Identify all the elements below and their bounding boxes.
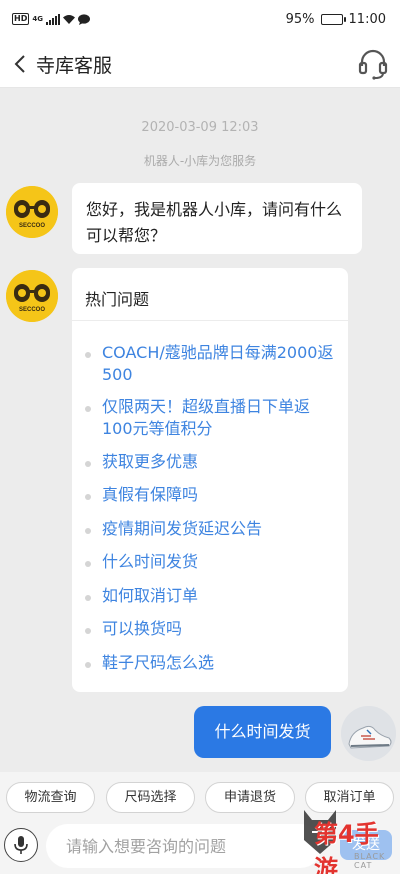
greeting-message: 您好，我是机器人小库，请问有什么可以帮您？ [72, 183, 362, 254]
watermark-subtext: BLACK CAT [354, 852, 386, 870]
bullet-icon [85, 561, 91, 567]
system-note: 机器人-小库为您服务 [143, 154, 257, 168]
battery-icon [320, 14, 346, 25]
secoo-logo-icon: SECCOO [6, 270, 58, 322]
faq-item-text[interactable]: 真假有保障吗 [102, 484, 198, 506]
battery-percent: 95% [285, 12, 315, 27]
faq-item[interactable]: 如何取消订单 [85, 585, 335, 607]
user-message: 什么时间发货 [194, 706, 331, 758]
user-avatar [341, 706, 396, 761]
faq-item-text[interactable]: 疫情期间发货延迟公告 [102, 518, 262, 540]
faq-divider [72, 320, 348, 321]
faq-item[interactable]: 可以换货吗 [85, 618, 335, 640]
faq-item-text[interactable]: 仅限两天！超级直播日下单返100元等值积分 [102, 396, 335, 440]
faq-item[interactable]: 获取更多优惠 [85, 451, 335, 473]
faq-item-text[interactable]: 鞋子尺码怎么选 [102, 652, 214, 674]
back-button[interactable] [8, 50, 32, 78]
faq-item[interactable]: 鞋子尺码怎么选 [85, 652, 335, 674]
quick-action-logistics[interactable]: 物流查询 [6, 782, 95, 813]
status-right: 95% 11:00 [286, 12, 386, 27]
faq-item[interactable]: 疫情期间发货延迟公告 [85, 518, 335, 540]
bullet-icon [85, 528, 91, 534]
faq-item-text[interactable]: COACH/蔻驰品牌日每满2000返500 [102, 342, 335, 386]
wifi-icon [62, 15, 75, 24]
sneaker-avatar-icon [341, 706, 396, 761]
customer-service-button[interactable] [358, 48, 388, 80]
robot-avatar: SECCOO [6, 270, 58, 322]
watermark: 第4手游 BLACK CAT [300, 800, 396, 874]
bullet-icon [85, 494, 91, 500]
microphone-icon [14, 836, 28, 854]
page-title: 寺库客服 [36, 55, 113, 77]
faq-item[interactable]: 真假有保障吗 [85, 484, 335, 506]
bullet-icon [85, 662, 91, 668]
quick-action-size[interactable]: 尺码选择 [106, 782, 195, 813]
svg-text:SECCOO: SECCOO [19, 307, 45, 313]
bullet-icon [85, 461, 91, 467]
chevron-left-icon [14, 55, 25, 73]
clock: 11:00 [348, 12, 386, 27]
faq-item-text[interactable]: 可以换货吗 [102, 618, 182, 640]
faq-item[interactable]: 什么时间发货 [85, 551, 335, 573]
bullet-icon [85, 595, 91, 601]
voice-button[interactable] [4, 828, 38, 862]
secoo-logo-icon: SECCOO [6, 186, 58, 238]
faq-item-text[interactable]: 获取更多优惠 [102, 451, 198, 473]
faq-item-text[interactable]: 什么时间发货 [102, 551, 198, 573]
hd-indicator: HD [12, 13, 30, 25]
faq-item-text[interactable]: 如何取消订单 [102, 585, 198, 607]
faq-card: 热门问题 COACH/蔻驰品牌日每满2000返500 仅限两天！超级直播日下单返… [72, 268, 348, 692]
bullet-icon [85, 352, 91, 358]
svg-text:SECCOO: SECCOO [19, 223, 45, 229]
message-input[interactable] [46, 824, 322, 868]
bullet-icon [85, 406, 91, 412]
headset-icon [358, 49, 388, 80]
chat-timestamp: 2020-03-09 12:03 [141, 120, 259, 135]
signal-icon [45, 13, 60, 25]
faq-title: 热门问题 [85, 290, 150, 309]
robot-avatar: SECCOO [6, 186, 58, 238]
status-bar: HD 4G 95% 11:00 [0, 0, 400, 40]
faq-item[interactable]: COACH/蔻驰品牌日每满2000返500 [85, 342, 335, 386]
bullet-icon [85, 628, 91, 634]
faq-item[interactable]: 仅限两天！超级直播日下单返100元等值积分 [85, 396, 335, 440]
message-notification-icon [77, 13, 90, 25]
network-type: 4G [32, 14, 43, 23]
chat-header: 寺库客服 [0, 40, 400, 88]
status-left: HD 4G [12, 13, 90, 25]
quick-action-return[interactable]: 申请退货 [205, 782, 295, 813]
